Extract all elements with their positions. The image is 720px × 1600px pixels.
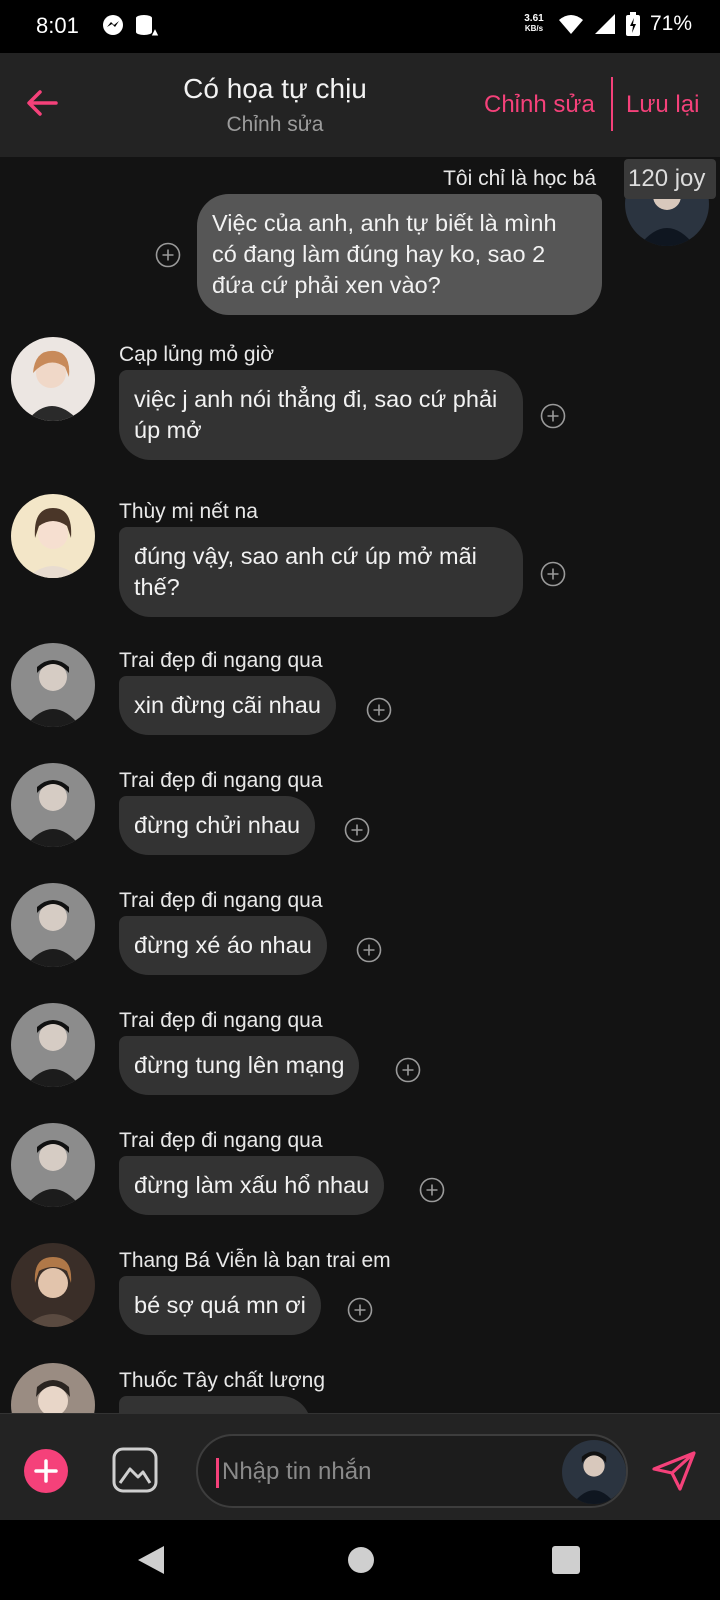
plus-icon xyxy=(34,1459,58,1483)
message-bubble[interactable]: bé sợ quá mn ơi xyxy=(119,1276,321,1335)
sender-name: Trai đẹp đi ngang qua xyxy=(119,649,323,672)
image-icon[interactable] xyxy=(112,1447,158,1493)
message-bubble[interactable]: việc j anh nói thẳng đi, sao cứ phải úp … xyxy=(119,370,523,460)
avatar[interactable] xyxy=(11,1003,95,1087)
sender-name: Thang Bá Viễn là bạn trai em xyxy=(119,1249,391,1272)
wifi-icon xyxy=(558,15,583,34)
message-bubble[interactable]: đừng xé áo nhau xyxy=(119,916,327,975)
page-title: Có họa tự chịu xyxy=(183,73,367,104)
add-reaction-icon[interactable] xyxy=(366,697,392,723)
sender-name: Trai đẹp đi ngang qua xyxy=(119,1129,323,1152)
message-bubble[interactable]: đừng tung lên mạng xyxy=(119,1036,360,1095)
page-subtitle: Chỉnh sửa xyxy=(226,113,324,136)
avatar[interactable] xyxy=(11,883,95,967)
notification-icons xyxy=(102,14,160,38)
avatar[interactable] xyxy=(11,763,95,847)
chat-header: Có họa tự chịu Chỉnh sửa Chỉnh sửa Lưu l… xyxy=(0,53,720,157)
add-attachment-button[interactable] xyxy=(24,1449,68,1493)
composer-bar: Nhập tin nhắn xyxy=(0,1413,720,1520)
nav-recents-icon[interactable] xyxy=(552,1546,580,1574)
status-bar: 8:01 3.61 KB/s 71% xyxy=(0,0,720,53)
add-reaction-icon[interactable] xyxy=(540,403,566,429)
sender-avatar[interactable] xyxy=(562,1440,626,1504)
messenger-icon xyxy=(103,15,123,35)
message-bubble[interactable]: xin đừng cãi nhau xyxy=(119,676,336,735)
own-tag: 120 joy xyxy=(624,159,716,199)
sender-name: Trai đẹp đi ngang qua xyxy=(119,769,323,792)
sender-name: Trai đẹp đi ngang qua xyxy=(119,1009,323,1032)
avatar[interactable] xyxy=(11,643,95,727)
header-divider xyxy=(611,77,613,131)
battery-icon xyxy=(625,12,640,36)
status-right: 3.61 KB/s 71% xyxy=(520,12,692,36)
add-reaction-icon[interactable] xyxy=(395,1057,421,1083)
avatar[interactable] xyxy=(11,1243,95,1327)
nav-home-icon[interactable] xyxy=(347,1546,375,1574)
avatar[interactable] xyxy=(11,337,95,421)
text-cursor xyxy=(216,1458,219,1488)
message-bubble-own[interactable]: Việc của anh, anh tự biết là mình có đan… xyxy=(197,194,602,315)
status-time: 8:01 xyxy=(36,13,79,38)
net-speed: 3.61 KB/s xyxy=(524,13,544,34)
battery-percent: 71% xyxy=(649,12,692,35)
add-reaction-icon[interactable] xyxy=(344,817,370,843)
back-arrow-icon[interactable] xyxy=(22,83,62,123)
save-button[interactable]: Lưu lại xyxy=(626,91,699,119)
add-reaction-icon[interactable] xyxy=(347,1297,373,1323)
avatar[interactable] xyxy=(11,1363,95,1413)
message-list[interactable]: Tôi chỉ là học bá 120 joy Việc của anh, … xyxy=(0,157,720,1413)
sender-name: Thùy mị nết na xyxy=(119,500,258,523)
add-reaction-icon[interactable] xyxy=(540,561,566,587)
message-bubble[interactable]: đừng chửi nhau xyxy=(119,796,316,855)
title-block: Có họa tự chịu Chỉnh sửa xyxy=(150,73,400,137)
message-bubble[interactable]: đúng vậy, sao anh cứ úp mở mãi thế? xyxy=(119,527,523,617)
sender-name: Cạp lủng mỏ giờ xyxy=(119,343,275,366)
nav-back-icon[interactable] xyxy=(136,1544,166,1576)
message-bubble[interactable] xyxy=(119,1396,311,1413)
signal-icon xyxy=(594,14,615,34)
avatar[interactable] xyxy=(11,1123,95,1207)
message-input[interactable]: Nhập tin nhắn xyxy=(196,1434,628,1508)
send-icon[interactable] xyxy=(650,1447,698,1495)
edit-button[interactable]: Chỉnh sửa xyxy=(484,91,595,119)
message-bubble[interactable]: đừng làm xấu hổ nhau xyxy=(119,1156,385,1215)
add-reaction-icon[interactable] xyxy=(356,937,382,963)
system-nav-bar xyxy=(0,1520,720,1600)
storage-warning-icon xyxy=(136,15,160,37)
sender-name: Thuốc Tây chất lượng xyxy=(119,1369,326,1392)
add-reaction-icon[interactable] xyxy=(419,1177,445,1203)
avatar[interactable] xyxy=(11,494,95,578)
message-placeholder: Nhập tin nhắn xyxy=(222,1458,372,1485)
sender-name: Trai đẹp đi ngang qua xyxy=(119,889,323,912)
own-sender-name: Tôi chỉ là học bá xyxy=(443,167,596,190)
add-reaction-icon[interactable] xyxy=(155,242,181,268)
